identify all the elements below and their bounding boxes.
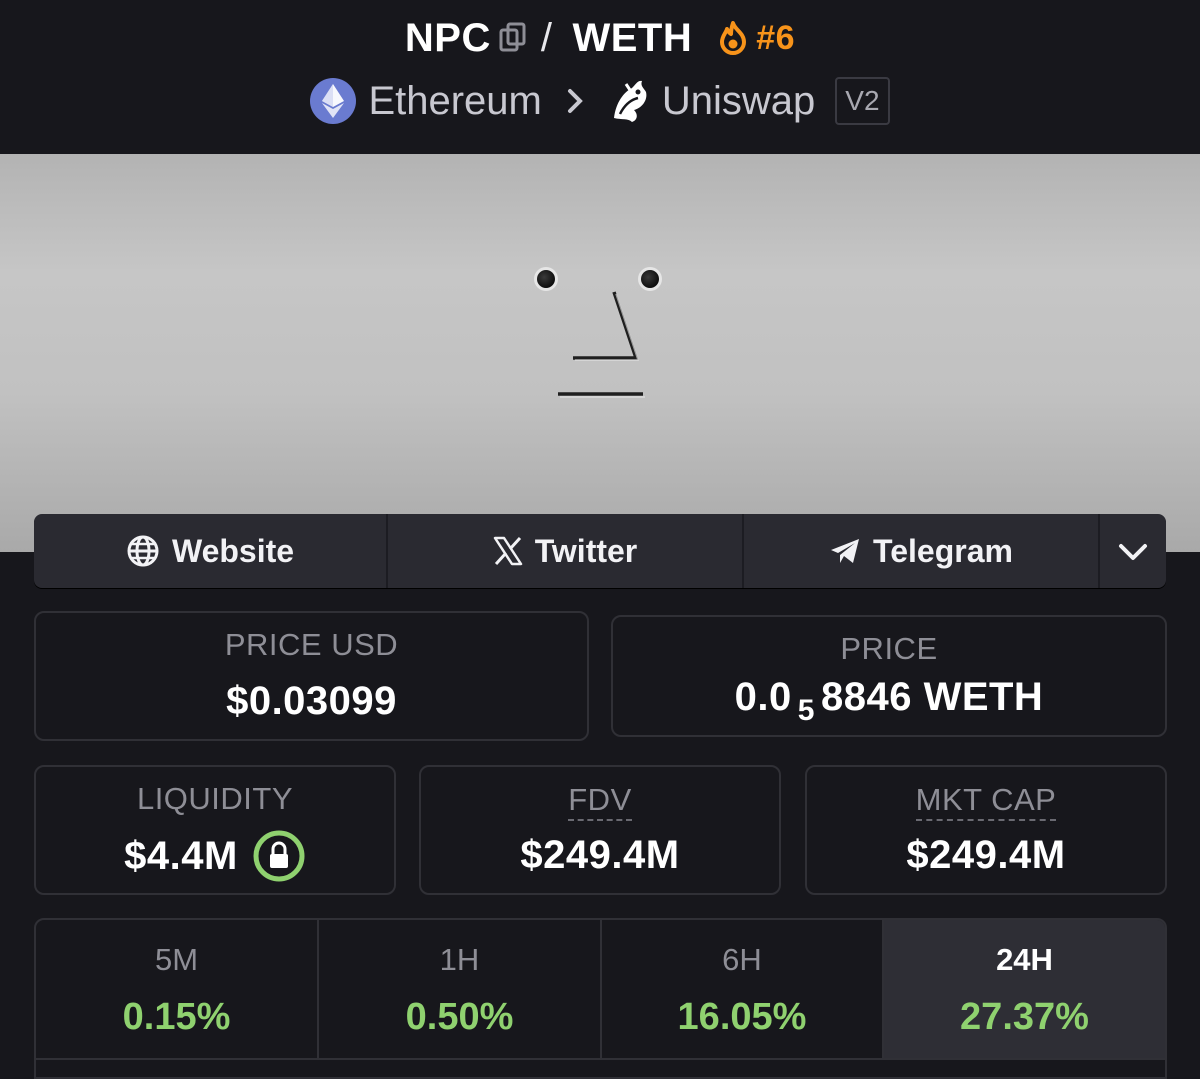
price-usd-card: PRICE USD $0.03099 — [34, 611, 589, 741]
tab-label: 1H — [439, 942, 480, 977]
price-digits: 8846 WETH — [820, 675, 1044, 719]
chain-breadcrumb: Ethereum Uniswap V2 — [0, 74, 1200, 128]
dex-version-badge: V2 — [835, 77, 890, 125]
telegram-icon — [829, 537, 861, 565]
liquidity-value: $4.4M — [124, 833, 238, 878]
pair-title: NPC / WETH #6 — [0, 12, 1200, 64]
fdv-value: $249.4M — [520, 833, 680, 877]
price-change-tabs: 5M 0.15% 1H 0.50% 6H 16.05% 24H 27.37% — [34, 918, 1167, 1079]
quote-token-symbol: WETH — [572, 15, 693, 60]
tab-1h[interactable]: 1H 0.50% — [319, 920, 602, 1060]
price-change-value: 0.50% — [405, 996, 514, 1038]
trending-rank-badge[interactable]: #6 — [718, 19, 795, 58]
trending-rank: #6 — [756, 18, 796, 57]
price-change-value: 0.15% — [122, 996, 231, 1038]
globe-icon — [126, 534, 160, 568]
market-cap-card: MKT CAP $249.4M — [805, 765, 1167, 895]
tab-5m[interactable]: 5M 0.15% — [36, 920, 319, 1060]
pair-separator: / — [540, 15, 553, 60]
price-native-label: PRICE — [840, 631, 938, 666]
chevron-down-icon — [1118, 533, 1148, 570]
price-usd-value: $0.03099 — [226, 679, 397, 723]
website-label: Website — [171, 532, 295, 569]
tab-label: 5M — [154, 942, 199, 977]
liquidity-label: LIQUIDITY — [136, 781, 294, 816]
market-cap-value: $249.4M — [906, 833, 1066, 877]
dex-name[interactable]: Uniswap — [662, 79, 815, 124]
telegram-label: Telegram — [873, 532, 1013, 569]
tab-label: 6H — [722, 942, 762, 977]
twitter-label: Twitter — [534, 532, 638, 569]
more-links-button[interactable] — [1100, 514, 1166, 588]
chevron-right-icon — [566, 88, 584, 114]
liquidity-value-row: $4.4M — [36, 829, 394, 883]
twitter-button[interactable]: Twitter — [388, 514, 744, 588]
price-prefix: 0.0 — [734, 675, 792, 719]
chain-name[interactable]: Ethereum — [368, 79, 541, 124]
pair-page: NPC / WETH #6 Ethereum Uniswap V2 Websit… — [0, 0, 1200, 1079]
npc-face-illustration — [534, 267, 662, 398]
price-native-card: PRICE 0.0 5 8846 WETH — [611, 615, 1167, 737]
liquidity-card: LIQUIDITY $4.4M — [34, 765, 396, 895]
fdv-label[interactable]: FDV — [568, 781, 632, 821]
tab-label: 24H — [996, 942, 1053, 977]
price-usd-label: PRICE USD — [224, 627, 399, 662]
base-token-symbol: NPC — [404, 15, 491, 60]
website-button[interactable]: Website — [34, 514, 388, 588]
tab-6h[interactable]: 6H 16.05% — [602, 920, 884, 1060]
uniswap-icon — [608, 78, 650, 124]
flame-icon — [718, 21, 748, 55]
market-cap-label[interactable]: MKT CAP — [915, 781, 1057, 821]
ethereum-icon — [310, 78, 357, 124]
telegram-button[interactable]: Telegram — [744, 514, 1100, 588]
copy-icon[interactable] — [499, 22, 527, 54]
price-change-value: 16.05% — [677, 996, 807, 1038]
token-banner-image — [0, 154, 1200, 552]
social-links-bar: Website Twitter Telegram — [34, 514, 1166, 588]
x-icon — [493, 536, 523, 566]
price-native-value: 0.0 5 8846 WETH — [613, 675, 1165, 727]
lock-icon[interactable] — [252, 829, 306, 883]
tab-24h[interactable]: 24H 27.37% — [884, 920, 1165, 1060]
pair-header: NPC / WETH #6 Ethereum Uniswap V2 — [0, 0, 1200, 154]
price-change-value: 27.37% — [960, 996, 1089, 1038]
fdv-card: FDV $249.4M — [419, 765, 781, 895]
price-zero-count: 5 — [797, 694, 815, 727]
